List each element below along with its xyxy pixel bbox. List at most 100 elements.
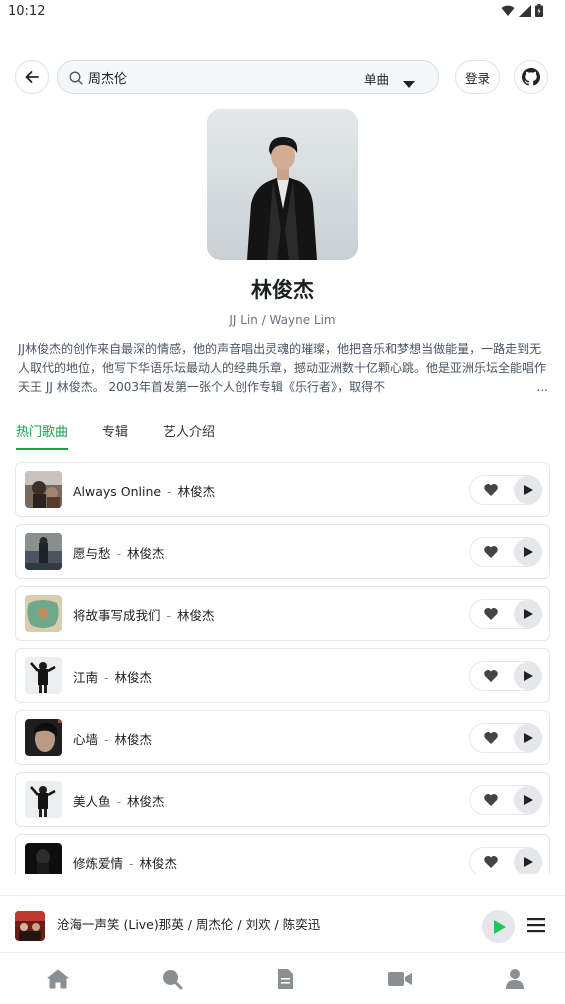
song-info: 愿与愁 - 林俊杰	[73, 543, 165, 562]
song-title: Always Online	[73, 484, 162, 499]
player-play-button[interactable]	[482, 910, 515, 943]
playlist-icon[interactable]	[527, 917, 545, 937]
play-icon	[524, 547, 533, 557]
song-title: 江南	[73, 670, 99, 685]
tab-active-indicator	[16, 448, 68, 450]
play-icon	[524, 671, 533, 681]
battery-icon	[535, 4, 543, 17]
artist-description[interactable]: JJ林俊杰的创作来自最深的情感，他的声音唱出灵魂的璀璨，他把音乐和梦想当做能量，…	[18, 340, 548, 397]
tab-bar: 热门歌曲 专辑 艺人介绍	[16, 418, 549, 452]
song-info: 将故事写成我们 - 林俊杰	[73, 605, 215, 624]
tab-artist-intro[interactable]: 艺人介绍	[163, 421, 215, 440]
play-button[interactable]	[514, 848, 542, 874]
play-icon	[524, 857, 533, 867]
heart-icon[interactable]	[483, 854, 499, 874]
arrow-left-icon	[25, 71, 39, 83]
song-cover	[25, 781, 62, 818]
song-separator: -	[104, 732, 109, 747]
song-artist[interactable]: 林俊杰	[177, 608, 215, 623]
heart-icon[interactable]	[483, 730, 499, 750]
wifi-icon	[501, 5, 515, 16]
player-bar[interactable]: 沧海一声笑 (Live)那英 / 周杰伦 / 刘欢 / 陈奕迅	[0, 895, 565, 952]
song-row[interactable]: 美人鱼 - 林俊杰	[15, 772, 550, 827]
song-row[interactable]: 心墙 - 林俊杰	[15, 710, 550, 765]
description-ellipsis: ...	[534, 378, 548, 397]
github-icon	[522, 68, 540, 86]
song-info: 美人鱼 - 林俊杰	[73, 791, 165, 810]
artist-alias: JJ Lin / Wayne Lim	[229, 313, 336, 327]
song-separator: -	[104, 670, 109, 685]
search-icon[interactable]	[160, 967, 184, 991]
heart-icon[interactable]	[483, 544, 499, 564]
signal-icon	[519, 4, 531, 17]
github-button[interactable]	[514, 60, 548, 94]
artist-description-text: JJ林俊杰的创作来自最深的情感，他的声音唱出灵魂的璀璨，他把音乐和梦想当做能量，…	[18, 342, 547, 394]
song-title: 修炼爱情	[73, 856, 124, 871]
song-row[interactable]: 愿与愁 - 林俊杰	[15, 524, 550, 579]
home-icon[interactable]	[46, 967, 70, 991]
song-cover	[25, 843, 62, 874]
play-button[interactable]	[514, 786, 542, 814]
back-button[interactable]	[15, 60, 49, 94]
song-row[interactable]: 江南 - 林俊杰	[15, 648, 550, 703]
play-icon	[524, 485, 533, 495]
song-artist[interactable]: 林俊杰	[115, 732, 153, 747]
login-button[interactable]: 登录	[455, 60, 500, 94]
document-icon[interactable]	[273, 967, 297, 991]
play-icon	[493, 919, 506, 934]
play-button[interactable]	[514, 476, 542, 504]
song-artist[interactable]: 林俊杰	[178, 484, 216, 499]
heart-icon[interactable]	[483, 482, 499, 502]
song-row[interactable]: Always Online - 林俊杰	[15, 462, 550, 517]
artist-photo	[207, 109, 358, 260]
play-button[interactable]	[514, 600, 542, 628]
song-actions	[469, 475, 542, 505]
play-icon	[524, 609, 533, 619]
tab-albums[interactable]: 专辑	[102, 421, 128, 440]
song-cover	[25, 533, 62, 570]
song-info: 修炼爱情 - 林俊杰	[73, 853, 177, 872]
song-title: 美人鱼	[73, 794, 111, 809]
song-title: 愿与愁	[73, 546, 111, 561]
top-bar: 单曲 登录	[0, 60, 565, 94]
search-type-select[interactable]: 单曲	[364, 69, 389, 88]
song-actions	[469, 723, 542, 753]
play-icon	[524, 733, 533, 743]
play-icon	[524, 795, 533, 805]
now-playing-cover[interactable]	[15, 911, 45, 941]
song-actions	[469, 537, 542, 567]
user-icon[interactable]	[503, 967, 527, 991]
play-button[interactable]	[514, 662, 542, 690]
song-info: Always Online - 林俊杰	[73, 481, 215, 500]
status-bar: 10:12	[0, 0, 565, 24]
status-icons	[501, 4, 543, 17]
song-row[interactable]: 修炼爱情 - 林俊杰	[15, 834, 550, 874]
play-button[interactable]	[514, 724, 542, 752]
play-button[interactable]	[514, 538, 542, 566]
now-playing-title: 沧海一声笑 (Live)那英 / 周杰伦 / 刘欢 / 陈奕迅	[57, 917, 321, 932]
song-row[interactable]: 将故事写成我们 - 林俊杰	[15, 586, 550, 641]
search-input[interactable]	[88, 66, 338, 88]
song-info: 江南 - 林俊杰	[73, 667, 152, 686]
song-cover	[25, 595, 62, 632]
song-separator: -	[166, 608, 172, 623]
song-actions	[469, 661, 542, 691]
heart-icon[interactable]	[483, 606, 499, 626]
song-cover	[25, 471, 62, 508]
tab-hot-songs[interactable]: 热门歌曲	[16, 421, 68, 440]
search-box[interactable]: 单曲	[57, 60, 439, 94]
video-icon[interactable]	[388, 967, 412, 991]
song-actions	[469, 599, 542, 629]
song-list[interactable]: Always Online - 林俊杰 愿与愁 - 林俊杰 将故事写成我们 - 林俊杰 江南…	[15, 462, 550, 874]
song-separator: -	[116, 794, 122, 809]
song-artist[interactable]: 林俊杰	[115, 670, 153, 685]
caret-down-icon[interactable]	[403, 74, 415, 93]
search-icon	[69, 70, 83, 89]
song-artist[interactable]: 林俊杰	[127, 794, 165, 809]
song-separator: -	[116, 546, 122, 561]
song-separator: -	[129, 856, 134, 871]
song-artist[interactable]: 林俊杰	[127, 546, 165, 561]
song-artist[interactable]: 林俊杰	[140, 856, 178, 871]
heart-icon[interactable]	[483, 668, 499, 688]
heart-icon[interactable]	[483, 792, 499, 812]
